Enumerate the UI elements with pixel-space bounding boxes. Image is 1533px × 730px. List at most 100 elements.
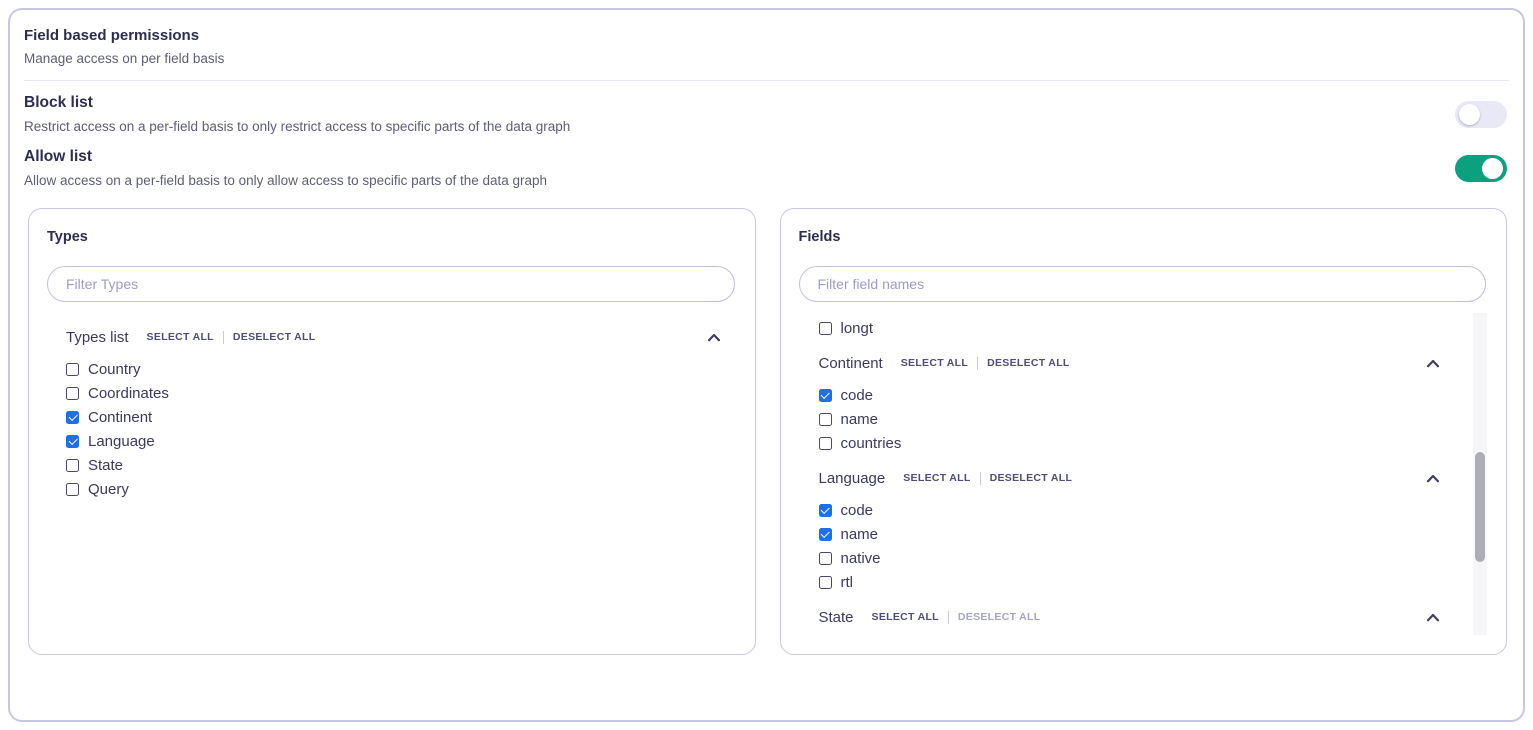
checkbox-label: longt xyxy=(841,320,874,337)
checkbox-row: code xyxy=(819,383,1441,407)
types-filter-input[interactable] xyxy=(47,266,735,302)
block-list-toggle[interactable] xyxy=(1455,101,1507,128)
checkbox[interactable] xyxy=(819,576,832,589)
checkbox-row: native xyxy=(819,546,1441,570)
page-header: Field based permissions Manage access on… xyxy=(10,10,1523,66)
fields-filter-input[interactable] xyxy=(799,266,1487,302)
group-label: State xyxy=(819,609,854,626)
checkbox-row: Country xyxy=(66,357,721,381)
block-list-text: Block list Restrict access on a per-fiel… xyxy=(24,94,570,134)
checkbox[interactable] xyxy=(66,459,79,472)
checkbox-label: State xyxy=(88,457,123,474)
chevron-up-icon xyxy=(1426,613,1440,622)
allow-list-section: Allow list Allow access on a per-field b… xyxy=(10,148,1523,188)
allow-list-text: Allow list Allow access on a per-field b… xyxy=(24,148,547,188)
collapse-button[interactable] xyxy=(1426,474,1440,483)
checkbox-label: rtl xyxy=(841,574,854,591)
group-header: Types list SELECT ALL DESELECT ALL xyxy=(66,326,721,348)
checkbox-label: Country xyxy=(88,361,141,378)
checkbox[interactable] xyxy=(66,387,79,400)
checkbox-row: code xyxy=(819,498,1441,522)
fields-scrollbar-track[interactable] xyxy=(1473,313,1487,635)
page-title: Field based permissions xyxy=(24,27,1509,44)
deselect-all-button[interactable]: DESELECT ALL xyxy=(958,611,1041,623)
vertical-separator xyxy=(223,331,224,344)
checkbox-label: code xyxy=(841,387,874,404)
checkbox[interactable] xyxy=(66,435,79,448)
checkbox-label: Continent xyxy=(88,409,152,426)
checkbox[interactable] xyxy=(819,389,832,402)
allow-list-description: Allow access on a per-field basis to onl… xyxy=(24,173,547,188)
chevron-up-icon xyxy=(1426,474,1440,483)
select-all-button[interactable]: SELECT ALL xyxy=(147,331,214,343)
chevron-up-icon xyxy=(1426,359,1440,368)
allow-list-heading: Allow list xyxy=(24,148,547,166)
group-header: State SELECT ALL DESELECT ALL xyxy=(819,606,1441,628)
group-header: Continent SELECT ALL DESELECT ALL xyxy=(819,352,1441,374)
types-panel-title: Types xyxy=(47,229,735,245)
vertical-separator xyxy=(948,611,949,624)
checkbox-label: name xyxy=(841,526,879,543)
selection-panels: Types Types list SELECT ALL DESELECT ALL C… xyxy=(10,208,1523,655)
checkbox-row: Continent xyxy=(66,405,721,429)
toggle-knob xyxy=(1482,158,1503,179)
group-label: Continent xyxy=(819,355,883,372)
vertical-separator xyxy=(977,357,978,370)
collapse-button[interactable] xyxy=(1426,359,1440,368)
fields-scrollbar-thumb[interactable] xyxy=(1475,452,1485,562)
collapse-button[interactable] xyxy=(707,333,721,342)
checkbox-label: Coordinates xyxy=(88,385,169,402)
toggle-knob xyxy=(1459,104,1480,125)
checkbox-row: longt xyxy=(819,316,1441,340)
fields-panel: Fields longt Continent SELECT ALL DESELECT … xyxy=(780,208,1508,655)
checkbox-label: code xyxy=(841,502,874,519)
checkbox-row: name xyxy=(819,407,1441,431)
checkbox[interactable] xyxy=(819,504,832,517)
block-list-section: Block list Restrict access on a per-fiel… xyxy=(10,94,1523,134)
checkbox-row: State xyxy=(66,453,721,477)
checkbox[interactable] xyxy=(66,483,79,496)
select-all-button[interactable]: SELECT ALL xyxy=(903,472,970,484)
header-divider xyxy=(24,80,1509,81)
types-list: Country Coordinates Continent Language State… xyxy=(66,357,721,501)
checkbox-row: code xyxy=(819,637,1441,643)
select-all-button[interactable]: SELECT ALL xyxy=(872,611,939,623)
checkbox[interactable] xyxy=(819,528,832,541)
block-list-heading: Block list xyxy=(24,94,570,112)
group-header: Language SELECT ALL DESELECT ALL xyxy=(819,467,1441,489)
checkbox[interactable] xyxy=(819,552,832,565)
types-panel: Types Types list SELECT ALL DESELECT ALL C… xyxy=(28,208,756,655)
checkbox-row: Query xyxy=(66,477,721,501)
block-list-description: Restrict access on a per-field basis to … xyxy=(24,119,570,134)
checkbox-row: countries xyxy=(819,431,1441,455)
vertical-separator xyxy=(980,472,981,485)
deselect-all-button[interactable]: DESELECT ALL xyxy=(987,357,1070,369)
group-label: Language xyxy=(819,470,886,487)
checkbox[interactable] xyxy=(819,322,832,335)
page-subtitle: Manage access on per field basis xyxy=(24,51,1509,66)
field-permissions-card: Field based permissions Manage access on… xyxy=(8,8,1525,722)
checkbox[interactable] xyxy=(819,413,832,426)
select-all-button[interactable]: SELECT ALL xyxy=(901,357,968,369)
checkbox[interactable] xyxy=(66,363,79,376)
checkbox-row: name xyxy=(819,522,1441,546)
checkbox-row: Coordinates xyxy=(66,381,721,405)
deselect-all-button[interactable]: DESELECT ALL xyxy=(990,472,1073,484)
deselect-all-button[interactable]: DESELECT ALL xyxy=(233,331,316,343)
checkbox-row: Language xyxy=(66,429,721,453)
checkbox-row: rtl xyxy=(819,570,1441,594)
group-label: Types list xyxy=(66,329,129,346)
checkbox-label: native xyxy=(841,550,881,567)
checkbox-label: countries xyxy=(841,435,902,452)
fields-panel-title: Fields xyxy=(799,229,1487,245)
collapse-button[interactable] xyxy=(1426,613,1440,622)
allow-list-toggle[interactable] xyxy=(1455,155,1507,182)
fields-list[interactable]: longt Continent SELECT ALL DESELECT ALL code… xyxy=(799,308,1487,643)
types-group: Types list SELECT ALL DESELECT ALL Country… xyxy=(47,326,735,501)
checkbox[interactable] xyxy=(819,437,832,450)
chevron-up-icon xyxy=(707,333,721,342)
checkbox[interactable] xyxy=(819,643,832,644)
checkbox-label: Query xyxy=(88,481,129,498)
checkbox-label: Language xyxy=(88,433,155,450)
checkbox[interactable] xyxy=(66,411,79,424)
